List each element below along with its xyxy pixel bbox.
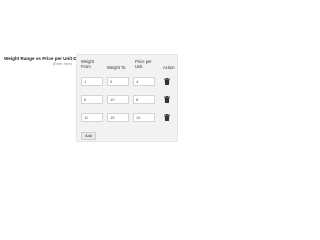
- weight-to-input[interactable]: 15: [107, 113, 129, 122]
- weight-to-input[interactable]: 10: [107, 95, 129, 104]
- weight-from-input[interactable]: 6: [81, 95, 103, 104]
- weight-from-input[interactable]: 1: [81, 77, 103, 86]
- table-row: 11 15 10: [77, 113, 177, 125]
- trash-icon[interactable]: [164, 114, 170, 121]
- price-input[interactable]: 8: [133, 95, 155, 104]
- weight-price-table: Weight From Weight To Price per Unit Act…: [76, 54, 178, 142]
- trash-icon[interactable]: [164, 96, 170, 103]
- table-row: 6 10 8: [77, 95, 177, 107]
- weight-from-input[interactable]: 11: [81, 113, 103, 122]
- table-row: 1 5 4: [77, 77, 177, 89]
- trash-icon[interactable]: [164, 78, 170, 85]
- header-price: Price per Unit: [135, 59, 152, 69]
- header-action: Action: [163, 65, 175, 70]
- header-weight-to: Weight To: [107, 65, 126, 70]
- field-label: Weight Range vs Price per Unit Data: [4, 56, 84, 61]
- field-description: (Enter here): [52, 62, 72, 66]
- weight-to-input[interactable]: 5: [107, 77, 129, 86]
- price-input[interactable]: 10: [133, 113, 155, 122]
- add-button[interactable]: Add: [81, 132, 96, 140]
- header-weight-from: Weight From: [81, 59, 94, 69]
- price-input[interactable]: 4: [133, 77, 155, 86]
